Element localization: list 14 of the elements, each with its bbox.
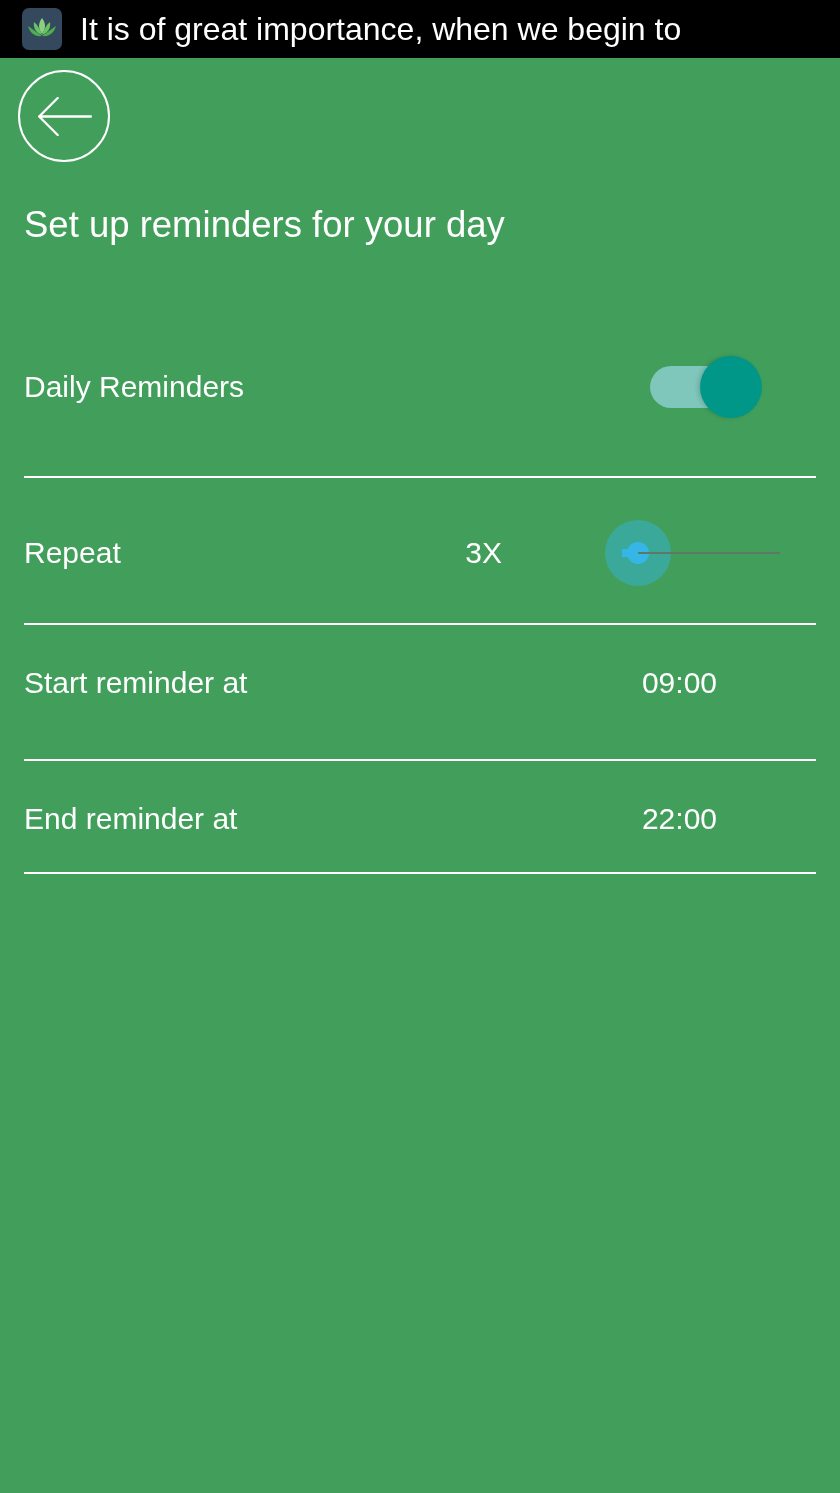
- time-value[interactable]: 22:00: [641, 801, 717, 837]
- setting-label: Start reminder at: [24, 665, 249, 701]
- lotus-icon: [22, 8, 62, 50]
- left-arrow-icon: [36, 96, 92, 136]
- toggle-switch[interactable]: [650, 356, 762, 418]
- slider-track[interactable]: [622, 548, 780, 557]
- setting-label: End reminder at: [24, 801, 239, 837]
- setting-label: Daily Reminders: [24, 369, 246, 405]
- notification-text: It is of great importance, when we begin to: [80, 10, 682, 48]
- time-value[interactable]: 09:00: [641, 665, 717, 701]
- repeat-value: 3X: [465, 534, 502, 571]
- back-button[interactable]: [18, 70, 110, 162]
- setting-label: Repeat: [24, 534, 122, 571]
- page-title: Set up reminders for your day: [24, 203, 505, 247]
